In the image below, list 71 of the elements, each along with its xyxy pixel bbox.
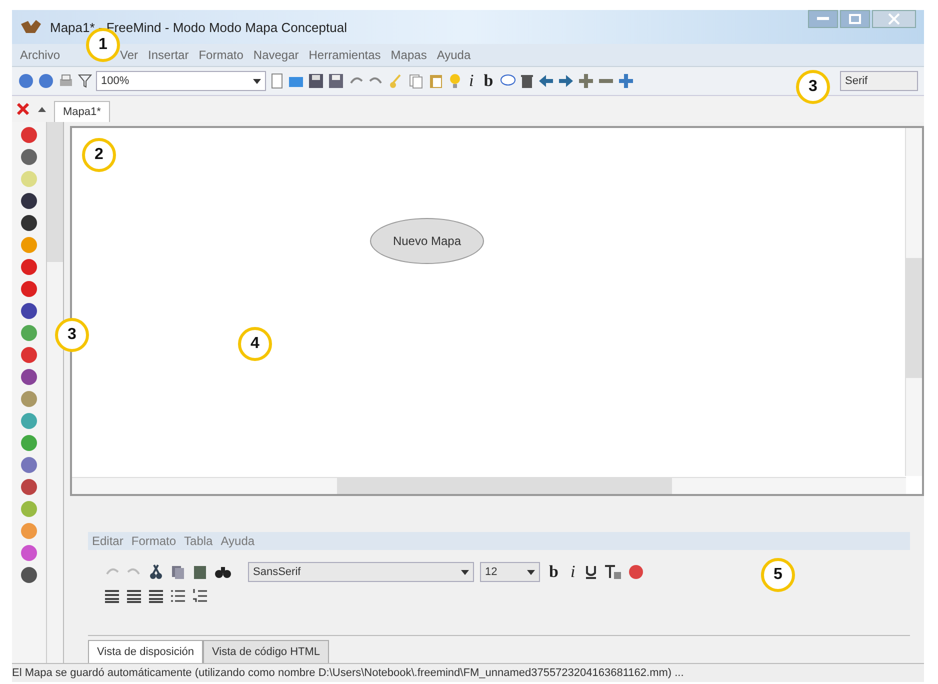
align-icon[interactable] (148, 589, 164, 603)
close-icon[interactable] (16, 102, 30, 116)
zoom-select[interactable]: 100% (96, 71, 266, 91)
plus-icon[interactable] (578, 73, 594, 89)
font-select[interactable]: Serif (840, 71, 918, 91)
horizontal-scrollbar[interactable] (72, 477, 906, 494)
underline-icon[interactable] (584, 564, 598, 580)
bold-button[interactable]: b (480, 72, 496, 90)
menu-item[interactable]: Ayuda (436, 48, 471, 62)
dropdown-arrow-icon (527, 570, 535, 574)
color-icon[interactable] (628, 564, 644, 580)
menu-item[interactable]: Navegar (253, 48, 299, 62)
minimize-icon (817, 17, 829, 21)
numbered-list-icon[interactable] (192, 588, 208, 604)
menu-item[interactable]: Insertar (148, 48, 189, 62)
dropdown-arrow-icon (253, 78, 261, 84)
arrow-left-icon[interactable] (538, 73, 554, 89)
icon-palette-icon[interactable] (20, 302, 38, 320)
minimize-button[interactable] (808, 10, 838, 28)
clipboard-icon[interactable] (192, 564, 208, 580)
copy-icon[interactable] (408, 73, 424, 89)
maximize-icon (849, 14, 861, 24)
menu-item[interactable]: Ayuda (220, 534, 255, 548)
filter-icon[interactable] (78, 73, 92, 89)
align-icon[interactable] (126, 589, 142, 603)
circle-icon[interactable] (18, 73, 34, 89)
menu-item[interactable]: Herramientas (308, 48, 381, 62)
align-icon[interactable] (104, 589, 120, 603)
icon-palette-icon[interactable] (20, 192, 38, 210)
font-select[interactable]: SansSerif (248, 562, 474, 582)
save-icon[interactable] (328, 73, 344, 89)
menu-item[interactable]: Mapas (390, 48, 427, 62)
page-icon[interactable] (270, 73, 284, 89)
italic-button[interactable]: i (567, 563, 578, 581)
map-tab[interactable]: Mapa1* (54, 101, 110, 122)
text-style-icon[interactable] (604, 564, 622, 580)
trash-icon[interactable] (520, 73, 534, 89)
bold-button[interactable]: b (546, 563, 562, 581)
lightbulb-icon[interactable] (448, 73, 462, 89)
menu-item[interactable]: Ver (120, 48, 138, 62)
menu-item[interactable]: Formato (198, 48, 244, 62)
dropdown-arrow-icon (461, 570, 469, 574)
icon-palette-icon[interactable] (20, 148, 38, 166)
italic-button[interactable]: i (466, 72, 477, 90)
copy-icon[interactable] (170, 564, 186, 580)
bird-icon (20, 19, 42, 35)
binoculars-icon[interactable] (214, 564, 232, 580)
menu-item[interactable]: Archivo (20, 48, 60, 62)
icon-palette-icon[interactable] (20, 368, 38, 386)
menu-item[interactable]: Editar (92, 534, 124, 548)
icon-palette-icon[interactable] (20, 566, 38, 584)
close-icon (888, 13, 900, 25)
menu-item[interactable]: Tabla (184, 534, 213, 548)
view-tab[interactable]: Vista de código HTML (203, 640, 330, 663)
icon-palette-icon[interactable] (20, 214, 38, 232)
circle-icon[interactable] (38, 73, 54, 89)
font-size-select[interactable]: 12 (480, 562, 540, 582)
maximize-button[interactable] (840, 10, 870, 28)
close-button[interactable] (872, 10, 916, 28)
plus-icon[interactable] (618, 73, 634, 89)
vertical-scrollbar[interactable] (905, 128, 922, 476)
palette-scrollbar[interactable] (47, 122, 64, 663)
printer-icon[interactable] (58, 73, 74, 89)
menu-item[interactable]: Formato (131, 534, 176, 548)
root-node[interactable]: Nuevo Mapa (370, 218, 484, 264)
status-message: El Mapa se guardó automáticamente (utilizando como nombre D:\Users\Notebook\.freemind\FM_unnamed3755723204163681162.mm) ... (12, 667, 684, 679)
view-tab[interactable]: Vista de disposición (88, 640, 204, 663)
save-icon[interactable] (308, 73, 324, 89)
arrow-right-icon[interactable] (558, 73, 574, 89)
clipboard-icon[interactable] (428, 73, 444, 89)
bullet-list-icon[interactable] (170, 588, 186, 604)
